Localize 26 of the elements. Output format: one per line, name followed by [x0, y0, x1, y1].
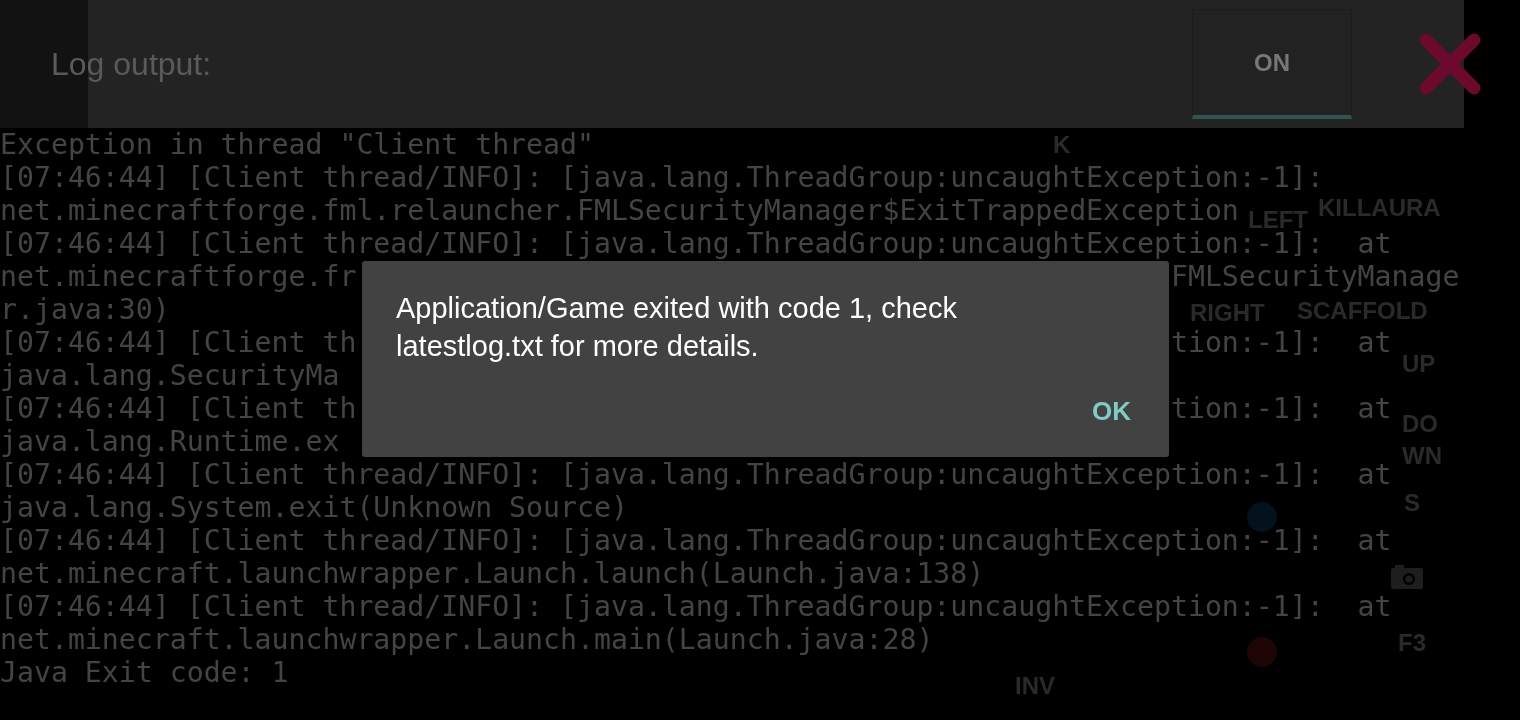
log-line: r.java:30) — [0, 293, 170, 326]
log-line: net.minecraftforge.fml.relauncher.FMLSecurityManager$ExitTrappedException — [0, 194, 1239, 227]
close-icon[interactable] — [1418, 32, 1482, 96]
log-line: java.lang.Runtime.ex — [0, 425, 340, 458]
log-line: [07:46:44] [Client thread/INFO]: [java.lang.ThreadGroup:uncaughtException:-1]: at — [0, 590, 1392, 623]
log-line: Java Exit code: 1 — [0, 656, 289, 689]
log-line: net.minecraft.launchwrapper.Launch.launch(Launch.java:138) — [0, 557, 985, 590]
log-line: net.minecraftforge.fr — [0, 260, 357, 293]
dialog-message: Application/Game exited with code 1, check latestlog.txt for more details. — [396, 291, 958, 364]
log-toggle[interactable]: ON — [1192, 9, 1352, 119]
log-line: java.lang.SecurityMa — [0, 359, 340, 392]
log-line: FMLSecurityManage — [1170, 260, 1460, 293]
log-line: net.minecraft.launchwrapper.Launch.main(Launch.java:28) — [0, 623, 934, 656]
log-line: [07:46:44] [Client thread/INFO]: [java.lang.ThreadGroup:uncaughtException:-1]: at — [0, 458, 1392, 491]
log-line: tion:-1]: at — [1170, 392, 1392, 425]
log-line: [07:46:44] [Client thread/INFO]: [java.lang.ThreadGroup:uncaughtException:-1]: — [0, 161, 1324, 194]
log-line: tion:-1]: at — [1170, 326, 1392, 359]
ok-button[interactable]: OK — [1080, 388, 1143, 435]
log-line: [07:46:44] [Client thread/INFO]: [java.lang.ThreadGroup:uncaughtException:-1]: at — [0, 524, 1392, 557]
log-line: [07:46:44] [Client th — [0, 392, 357, 425]
log-line: Exception in thread "Client thread" — [0, 128, 594, 161]
camera-icon[interactable] — [1391, 565, 1423, 589]
log-line: [07:46:44] [Client th — [0, 326, 357, 359]
circle-icon[interactable] — [1247, 637, 1277, 667]
log-line: java.lang.System.exit(Unknown Source) — [0, 491, 628, 524]
log-line: [07:46:44] [Client thread/INFO]: [java.lang.ThreadGroup:uncaughtException:-1]: at — [0, 227, 1392, 260]
